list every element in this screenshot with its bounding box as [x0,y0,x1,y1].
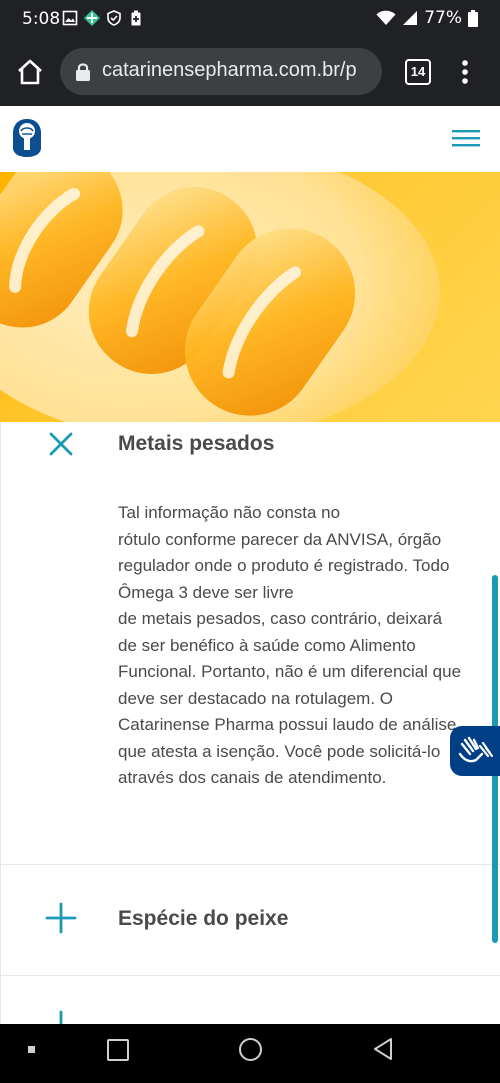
accordion-body: Tal informação não consta no rótulo conf… [118,500,463,792]
system-navigation-bar [0,1024,500,1083]
close-icon[interactable] [47,430,75,458]
home-icon[interactable] [16,58,44,86]
nav-indicator-icon [28,1046,35,1053]
site-header [0,106,500,173]
lock-icon [76,63,90,81]
status-bar: 5:08 77% [0,0,500,38]
accordion-title[interactable]: Espécie do peixe [118,907,288,931]
accordion-title[interactable]: Metais pesados [118,432,274,456]
tab-switcher-button[interactable]: 14 [405,59,431,85]
status-right: 77% [376,8,478,28]
shield-notification-icon [107,10,121,26]
hamburger-menu-icon[interactable] [452,128,480,148]
sign-language-hands-icon [458,736,494,763]
body-paragraph: de metais pesados, caso contrário, deixa… [118,609,462,787]
battery-icon [468,9,478,27]
body-paragraph: rótulo conforme parecer da ANVISA, órgão… [118,529,450,602]
home-nav-icon[interactable] [239,1038,262,1061]
back-icon[interactable] [372,1037,394,1061]
plus-icon-partial[interactable] [45,1010,77,1024]
hero-image [0,172,500,422]
body-paragraph: Tal informação não consta no [118,503,341,522]
recent-apps-icon[interactable] [107,1039,129,1061]
plus-icon[interactable] [45,902,77,934]
address-bar[interactable]: catarinensepharma.com.br/p [60,48,382,95]
omega3-capsules-illustration [0,172,440,422]
status-time: 5:08 [22,9,61,29]
faq-accordion: Metais pesados Tal informação não consta… [0,422,500,1024]
notification-icons [62,10,144,26]
battery-percent: 77% [424,8,462,28]
vlibras-accessibility-button[interactable] [450,726,500,776]
signal-icon [403,11,418,25]
browser-toolbar: catarinensepharma.com.br/p 14 [0,38,500,106]
divider [1,975,500,976]
battery-saver-icon [131,10,141,26]
app-notification-icon [84,10,100,26]
more-options-icon[interactable] [460,58,470,86]
url-text: catarinensepharma.com.br/p [102,59,357,81]
divider [1,864,500,865]
wifi-icon [376,10,396,25]
site-logo[interactable] [12,118,42,158]
image-notification-icon [62,10,78,26]
